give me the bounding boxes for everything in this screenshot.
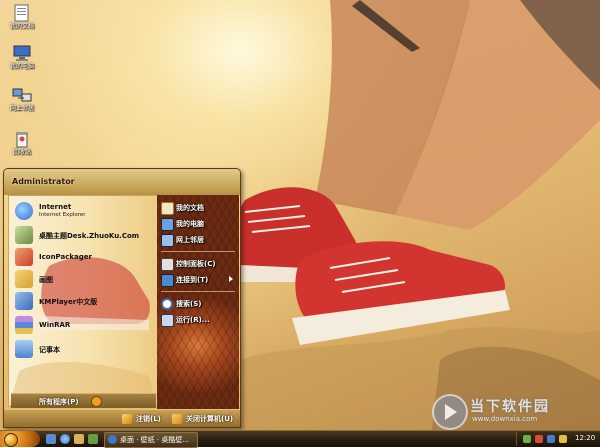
desktop-icon-label: 网上邻居 [9, 105, 34, 112]
ime-tray-icon[interactable] [559, 435, 567, 443]
site-watermark: 当下软件园 www.downxia.com [432, 392, 592, 430]
start-item-title: 桌酷主题Desk.ZhuoKu.Com [39, 232, 140, 240]
internet-explorer-icon[interactable] [60, 434, 70, 444]
start-place-control-panel[interactable]: 控制面板(C) [161, 257, 237, 271]
start-place-connect-to[interactable]: 连接到(T) [161, 273, 237, 287]
start-item-iconpackager[interactable]: IconPackager [13, 246, 155, 268]
volume-tray-icon[interactable] [547, 435, 555, 443]
watermark-title: 当下软件园 [470, 399, 550, 415]
logoff-label: 注销(L) [136, 415, 161, 423]
my-computer-icon [13, 45, 31, 61]
network-places-icon [161, 234, 174, 247]
media-player-icon[interactable] [88, 434, 98, 444]
separator [161, 251, 235, 252]
start-item-title: KMPlayer中文版 [39, 298, 98, 306]
arrow-right-icon [91, 396, 102, 407]
place-label: 我的电脑 [176, 220, 204, 228]
start-item-paint[interactable]: 画图 [13, 268, 155, 290]
watermark-url: www.downxia.com [472, 415, 538, 423]
task-label: 桌面 · 壁纸 · 桌酷壁... [120, 436, 190, 444]
connect-to-icon [161, 274, 174, 287]
network-tray-icon[interactable] [523, 435, 531, 443]
internet-explorer-icon [15, 202, 33, 220]
start-place-my-computer[interactable]: 我的电脑 [161, 217, 237, 231]
desktop-icon-my-documents[interactable]: 我的文档 [3, 4, 41, 31]
start-item-subtitle: Internet Explorer [39, 212, 86, 218]
places-panel: 我的文档 我的电脑 网上邻居 控制面板(C) 连接到(T) 搜索(S) 运行(R… [157, 195, 239, 409]
all-programs-button[interactable]: 所有程序(P) [11, 393, 156, 408]
desktop-icon-recycle-bin[interactable]: 回收站 [3, 130, 41, 157]
separator [161, 291, 235, 292]
start-place-run[interactable]: 运行(R)... [161, 313, 237, 327]
antivirus-tray-icon[interactable] [535, 435, 543, 443]
power-icon [172, 414, 182, 424]
start-item-winrar[interactable]: WinRAR [13, 314, 155, 336]
zhuoku-theme-icon [15, 226, 33, 244]
start-menu-footer: 注销(L) 关闭计算机(U) [4, 409, 240, 427]
desktop-icon-label: 回收站 [12, 149, 31, 156]
play-logo-icon [432, 394, 468, 430]
start-menu: Administrator Internet Internet Explorer… [3, 168, 241, 428]
start-item-title: 画图 [39, 276, 53, 284]
start-place-my-documents[interactable]: 我的文档 [161, 201, 237, 215]
all-programs-label: 所有程序(P) [39, 398, 79, 406]
shutdown-label: 关闭计算机(U) [186, 415, 234, 423]
place-label: 控制面板(C) [176, 260, 216, 268]
start-button[interactable] [0, 431, 40, 447]
start-item-title: Internet [39, 203, 72, 211]
place-label: 搜索(S) [176, 300, 202, 308]
desktop-icon-label: 我的文档 [9, 23, 34, 30]
windows-orb-icon [4, 433, 18, 447]
iconpackager-icon [15, 248, 33, 266]
logoff-icon [122, 414, 132, 424]
notepad-icon [15, 340, 33, 358]
start-item-zhuoku-theme[interactable]: 桌酷主题Desk.ZhuoKu.Com [13, 224, 155, 246]
place-label: 运行(R)... [176, 316, 210, 324]
browser-icon [108, 435, 117, 444]
paint-icon [15, 270, 33, 288]
recycle-bin-icon [16, 132, 28, 148]
place-label: 连接到(T) [176, 276, 209, 284]
winrar-icon [15, 316, 33, 334]
control-panel-icon [161, 258, 174, 271]
taskbar: 桌面 · 壁纸 · 桌酷壁... 12:20 [0, 430, 600, 448]
my-computer-icon [161, 218, 174, 231]
my-documents-icon [14, 4, 29, 22]
desktop-icon-network-places[interactable]: 网上邻居 [3, 86, 41, 113]
network-places-icon [12, 88, 32, 102]
place-label: 网上邻居 [176, 236, 204, 244]
clock[interactable]: 12:20 [575, 434, 595, 442]
system-tray: 12:20 [516, 432, 600, 446]
start-item-notepad[interactable]: 记事本 [13, 338, 155, 360]
user-name: Administrator [12, 177, 75, 186]
start-place-search[interactable]: 搜索(S) [161, 297, 237, 311]
search-icon [161, 298, 173, 310]
start-item-title: WinRAR [39, 321, 71, 329]
my-documents-icon [161, 202, 174, 215]
run-icon [161, 314, 174, 327]
start-place-network[interactable]: 网上邻居 [161, 233, 237, 247]
pinned-programs-panel: Internet Internet Explorer 桌酷主题Desk.Zhuo… [8, 195, 158, 407]
start-menu-header: Administrator [4, 169, 240, 195]
start-item-title: IconPackager [39, 253, 92, 261]
chevron-right-icon [229, 276, 233, 282]
desktop-icon-label: 我的电脑 [9, 63, 34, 70]
place-label: 我的文档 [176, 204, 204, 212]
desktop-icon-my-computer[interactable]: 我的电脑 [3, 44, 41, 71]
start-item-internet[interactable]: Internet Internet Explorer [13, 200, 155, 222]
start-item-kmplayer[interactable]: KMPlayer中文版 [13, 290, 155, 312]
start-item-title: 记事本 [39, 346, 60, 354]
show-desktop-icon[interactable] [46, 434, 56, 444]
kmplayer-icon [15, 292, 33, 310]
folder-icon[interactable] [74, 434, 84, 444]
